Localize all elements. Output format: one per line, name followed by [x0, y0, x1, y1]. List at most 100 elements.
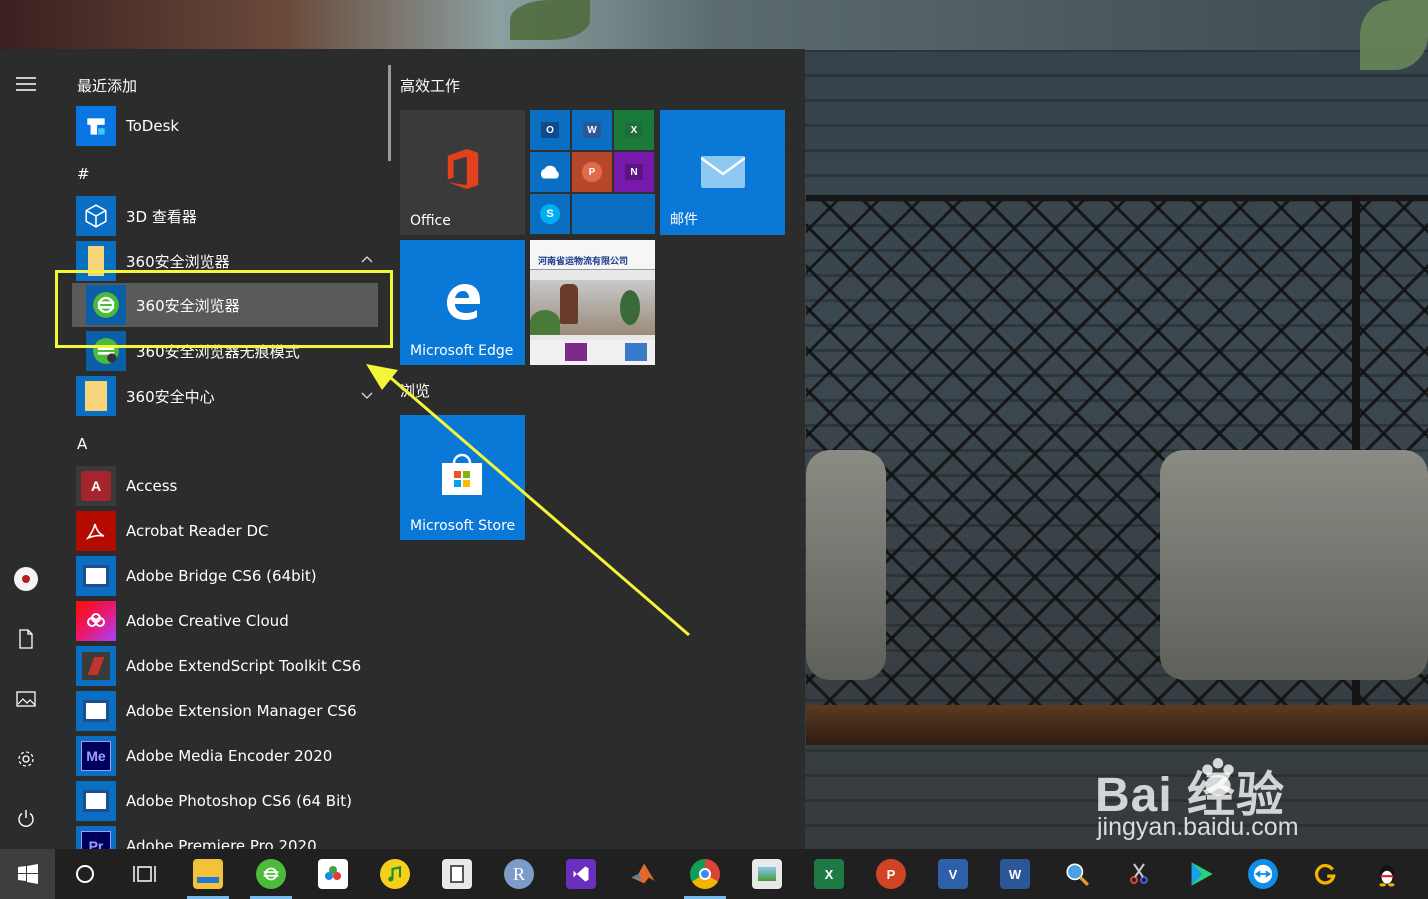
task-view-button[interactable]	[120, 849, 170, 899]
tile-mail[interactable]: 邮件	[660, 110, 785, 235]
taskbar-tool-app[interactable]	[1114, 849, 1164, 899]
360-browser-icon	[86, 285, 126, 325]
cortana-icon	[76, 865, 94, 883]
media-encoder-icon: Me	[76, 736, 116, 776]
app-item-creative-cloud[interactable]: Adobe Creative Cloud	[76, 599, 388, 643]
teamviewer-icon	[1248, 859, 1278, 889]
tile-label: Microsoft Store	[410, 518, 516, 534]
taskbar-360-browser[interactable]	[246, 849, 296, 899]
powerpoint-icon: P	[572, 152, 612, 192]
wallpaper-top-band	[0, 0, 1428, 50]
app-item-premiere[interactable]: Pr Adobe Premiere Pro 2020	[76, 824, 388, 849]
start-rail	[0, 49, 52, 849]
taskbar: R X P V W	[0, 849, 1428, 899]
refresh-icon	[1310, 859, 1340, 889]
app-item-photoshop[interactable]: Adobe Photoshop CS6 (64 Bit)	[76, 779, 388, 823]
taskbar-chrome[interactable]	[680, 849, 730, 899]
section-header-recent: 最近添加	[77, 77, 138, 95]
photoshop-icon	[76, 781, 116, 821]
taskbar-excel[interactable]: X	[804, 849, 854, 899]
taskbar-sync-app[interactable]	[1300, 849, 1350, 899]
taskbar-teamviewer[interactable]	[1238, 849, 1288, 899]
app-item-extension-manager[interactable]: Adobe Extension Manager CS6	[76, 689, 388, 733]
document-icon	[19, 629, 33, 649]
chevron-down-icon	[361, 392, 373, 399]
folder-icon	[193, 859, 223, 889]
chrome-icon	[690, 859, 720, 889]
app-label: 3D 查看器	[126, 207, 197, 226]
taskbar-baidu-netdisk[interactable]	[308, 849, 358, 899]
tile-group-productivity-title: 高效工作	[400, 77, 461, 95]
3d-cube-icon	[76, 196, 116, 236]
app-label: 360安全中心	[126, 387, 215, 406]
taskbar-file-explorer[interactable]	[183, 849, 233, 899]
taskbar-qq[interactable]	[1362, 849, 1412, 899]
office-logo-icon	[447, 149, 479, 189]
taskbar-visio[interactable]: V	[928, 849, 978, 899]
taskbar-matlab[interactable]	[618, 849, 668, 899]
app-label: Adobe Photoshop CS6 (64 Bit)	[126, 792, 352, 810]
acrobat-icon	[76, 511, 116, 551]
documents-button[interactable]	[0, 615, 52, 663]
user-account-button[interactable]	[0, 555, 52, 603]
app-item-media-encoder[interactable]: Me Adobe Media Encoder 2020	[76, 734, 388, 778]
app-label: 360安全浏览器	[126, 252, 230, 271]
magnifier-icon	[1062, 859, 1092, 889]
picture-icon	[16, 691, 36, 707]
access-icon: A	[76, 466, 116, 506]
app-label: Acrobat Reader DC	[126, 522, 269, 540]
matlab-icon	[628, 859, 658, 889]
pictures-button[interactable]	[0, 675, 52, 723]
creative-cloud-icon	[76, 601, 116, 641]
tile-photos-live[interactable]: 河南省运物流有限公司	[530, 240, 655, 365]
wallpaper-plant	[1360, 0, 1428, 70]
visual-studio-icon	[566, 859, 596, 889]
cortana-search-button[interactable]	[60, 849, 110, 899]
taskbar-media-player[interactable]	[1176, 849, 1226, 899]
bridge-icon	[76, 556, 116, 596]
todesk-icon	[76, 106, 116, 146]
app-item-360-browser-private[interactable]: 360安全浏览器无痕模式	[86, 329, 388, 373]
hamburger-menu-button[interactable]	[0, 60, 52, 108]
app-item-todesk[interactable]: ToDesk	[76, 104, 388, 148]
app-item-360-browser[interactable]: 360安全浏览器	[72, 283, 378, 327]
chevron-up-icon	[361, 256, 373, 263]
taskbar-r-app[interactable]: R	[494, 849, 544, 899]
app-label: 360安全浏览器无痕模式	[136, 342, 300, 361]
app-item-bridge[interactable]: Adobe Bridge CS6 (64bit)	[76, 554, 388, 598]
app-folder-360-browser[interactable]: 360安全浏览器	[76, 239, 388, 283]
taskbar-image-viewer[interactable]	[742, 849, 792, 899]
premiere-icon: Pr	[76, 826, 116, 849]
app-item-acrobat[interactable]: Acrobat Reader DC	[76, 509, 388, 553]
start-menu: 最近添加 ToDesk # 3D 查看器 360安全浏览器 360安全浏览器 3…	[0, 49, 805, 849]
tile-store[interactable]: Microsoft Store	[400, 415, 525, 540]
folder-icon	[76, 241, 116, 281]
taskbar-powerpoint[interactable]: P	[866, 849, 916, 899]
app-item-access[interactable]: A Access	[76, 464, 388, 508]
app-item-extendscript[interactable]: Adobe ExtendScript Toolkit CS6	[76, 644, 388, 688]
app-folder-360-security[interactable]: 360安全中心	[76, 374, 388, 418]
store-bag-icon	[442, 453, 482, 495]
tiles-area: 高效工作 Office O W X P N S 邮件 Microsoft Edg…	[400, 49, 800, 849]
app-list-scrollbar[interactable]	[388, 65, 391, 161]
start-button[interactable]	[0, 849, 55, 899]
app-item-3d-viewer[interactable]: 3D 查看器	[76, 194, 388, 238]
word-icon: W	[572, 110, 612, 150]
photo-footer-strip	[530, 340, 655, 365]
taskbar-document-app[interactable]	[432, 849, 482, 899]
taskbar-visual-studio[interactable]	[556, 849, 606, 899]
360-browser-private-icon	[86, 331, 126, 371]
power-button[interactable]	[0, 795, 52, 843]
tile-office-apps-group[interactable]: O W X P N S	[530, 110, 655, 235]
taskbar-music-app[interactable]	[370, 849, 420, 899]
settings-button[interactable]	[0, 735, 52, 783]
excel-icon: X	[614, 110, 654, 150]
powerpoint-icon: P	[876, 859, 906, 889]
tile-office[interactable]: Office	[400, 110, 525, 235]
word-icon: W	[1000, 859, 1030, 889]
tile-edge[interactable]: Microsoft Edge	[400, 240, 525, 365]
document-app-icon	[442, 859, 472, 889]
app-list: 最近添加 ToDesk # 3D 查看器 360安全浏览器 360安全浏览器 3…	[52, 49, 388, 849]
taskbar-word[interactable]: W	[990, 849, 1040, 899]
taskbar-search-tool[interactable]	[1052, 849, 1102, 899]
